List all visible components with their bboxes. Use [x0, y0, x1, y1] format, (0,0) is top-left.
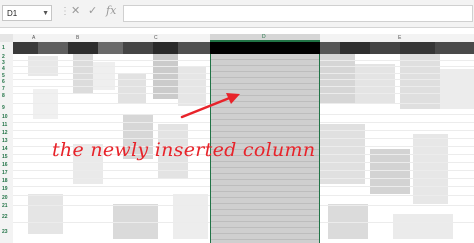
cancel-icon[interactable]: ✕ — [71, 4, 80, 17]
column-header-b[interactable]: B — [76, 34, 79, 42]
annotation-label: the newly inserted column — [52, 139, 316, 161]
row-header[interactable]: 16 — [2, 162, 8, 168]
row-header[interactable]: 1 — [2, 45, 5, 51]
name-box-value: D1 — [7, 9, 18, 18]
column-header-d: D — [262, 34, 266, 40]
formula-bar: D1 ▼ ⋮ ✕ ✓ fx — [0, 0, 474, 28]
row-header[interactable]: 9 — [2, 105, 5, 111]
row-header[interactable]: 6 — [2, 79, 5, 85]
row-header[interactable]: 20 — [2, 195, 8, 201]
row-header[interactable]: 12 — [2, 130, 8, 136]
row-header[interactable]: 4 — [2, 66, 5, 72]
name-box[interactable]: D1 ▼ — [2, 5, 52, 21]
row-header[interactable]: 17 — [2, 170, 8, 176]
column-header-c[interactable]: C — [154, 34, 158, 42]
row-header[interactable]: 23 — [2, 229, 8, 235]
chevron-down-icon[interactable]: ▼ — [42, 6, 49, 22]
drag-handle-icon[interactable]: ⋮ — [60, 6, 70, 17]
inserted-column-header-cell[interactable] — [210, 42, 320, 54]
column-header-e[interactable]: E — [398, 34, 401, 42]
row-header[interactable]: 21 — [2, 203, 8, 209]
row-header[interactable]: 19 — [2, 186, 8, 192]
row-header[interactable]: 22 — [2, 214, 8, 220]
row-header[interactable]: 8 — [2, 93, 5, 99]
column-header-a[interactable]: A — [32, 34, 35, 42]
column-header-d-selected[interactable]: D — [210, 34, 320, 42]
enter-icon[interactable]: ✓ — [88, 4, 97, 17]
row-header[interactable]: 11 — [2, 122, 7, 128]
row-header[interactable]: 13 — [2, 138, 8, 144]
function-icon[interactable]: fx — [106, 4, 116, 17]
formula-input[interactable] — [123, 5, 473, 22]
row-header[interactable]: 10 — [2, 114, 8, 120]
row-header[interactable]: 14 — [2, 146, 8, 152]
select-all-corner[interactable] — [0, 34, 13, 42]
row-header[interactable]: 7 — [2, 86, 5, 92]
row-header[interactable]: 18 — [2, 178, 8, 184]
row-header[interactable]: 15 — [2, 154, 8, 160]
